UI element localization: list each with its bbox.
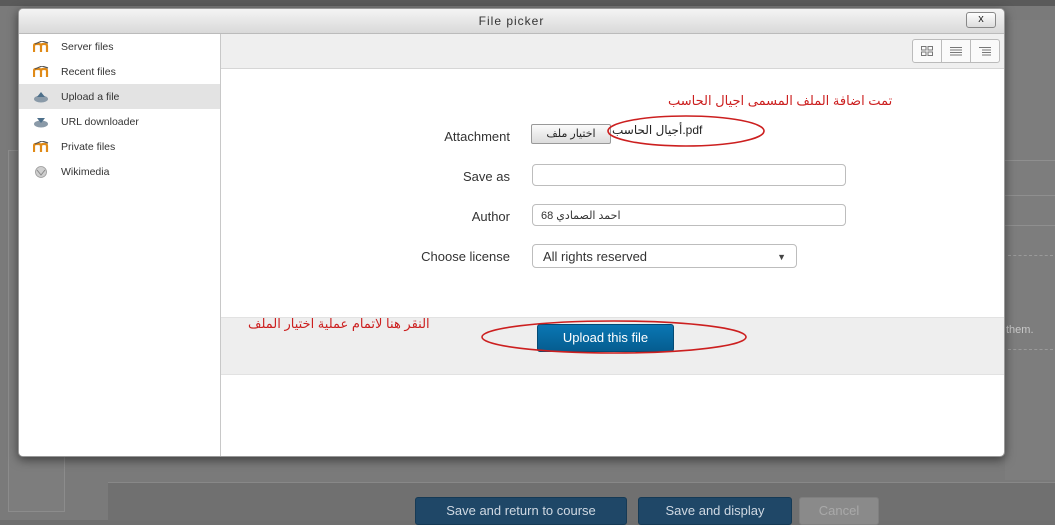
- view-switcher: [912, 39, 1000, 63]
- sidebar-item-url-downloader[interactable]: URL downloader: [19, 109, 220, 134]
- sidebar-item-label: Upload a file: [61, 90, 120, 103]
- list-view-icon: [950, 47, 962, 56]
- icons-view-button[interactable]: [912, 39, 942, 63]
- chevron-down-icon: ▼: [777, 252, 786, 262]
- repository-sidebar: Server files Recent files Upload a file …: [19, 34, 221, 456]
- annotation-file-added: تمت اضافة الملف المسمى اجيال الحاسب: [668, 93, 893, 108]
- save-and-return-button[interactable]: Save and return to course: [415, 497, 627, 525]
- license-label: Choose license: [421, 249, 510, 264]
- moodle-icon: [32, 139, 49, 153]
- sidebar-item-label: Server files: [61, 40, 114, 53]
- background-dashed-line: [1008, 349, 1053, 350]
- annotation-click-to-finish: النقر هنا لاتمام عملية اختيار الملف: [248, 316, 430, 331]
- sidebar-item-upload-a-file[interactable]: Upload a file: [19, 84, 220, 109]
- file-picker-dialog: File picker x Server files Recent files …: [18, 8, 1005, 457]
- save-as-input[interactable]: [532, 164, 846, 186]
- attachment-label: Attachment: [444, 129, 510, 144]
- background-dashed-line: [1008, 255, 1053, 256]
- close-icon: x: [978, 13, 984, 25]
- sidebar-item-wikimedia[interactable]: Wikimedia: [19, 159, 220, 184]
- author-label: Author: [471, 209, 510, 224]
- sidebar-item-label: Private files: [61, 140, 116, 153]
- save-as-label: Save as: [463, 169, 510, 184]
- sidebar-item-label: Wikimedia: [61, 165, 110, 178]
- wikimedia-icon: [33, 165, 49, 178]
- author-input[interactable]: احمد الصمادي 68: [532, 204, 846, 226]
- close-button[interactable]: x: [966, 12, 996, 28]
- sidebar-item-private-files[interactable]: Private files: [19, 134, 220, 159]
- dialog-header: File picker x: [19, 9, 1004, 34]
- background-divider: [1005, 195, 1055, 196]
- upload-icon: [33, 91, 49, 103]
- save-and-display-button[interactable]: Save and display: [638, 497, 792, 525]
- view-toolbar: [221, 34, 1004, 69]
- sidebar-item-label: URL downloader: [61, 115, 139, 128]
- tree-view-icon: [979, 47, 991, 56]
- background-divider: [1005, 160, 1055, 161]
- dialog-title: File picker: [478, 14, 545, 28]
- selected-file-name: أجيال الحاسب.pdf: [612, 123, 703, 137]
- upload-this-file-button[interactable]: Upload this file: [537, 324, 674, 352]
- choose-file-button[interactable]: اختيار ملف: [531, 124, 611, 144]
- background-header-strip: [0, 0, 1055, 6]
- background-right-panel: [1005, 20, 1055, 480]
- moodle-icon: [32, 39, 49, 53]
- sidebar-item-recent-files[interactable]: Recent files: [19, 59, 220, 84]
- sidebar-item-label: Recent files: [61, 65, 116, 78]
- cancel-button[interactable]: Cancel: [799, 497, 879, 525]
- license-value: All rights reserved: [543, 249, 648, 264]
- author-value: احمد الصمادي 68: [541, 210, 621, 222]
- background-divider: [1005, 225, 1055, 226]
- list-view-button[interactable]: [941, 39, 971, 63]
- tree-view-button[interactable]: [970, 39, 1000, 63]
- download-icon: [33, 116, 49, 128]
- sidebar-item-server-files[interactable]: Server files: [19, 34, 220, 59]
- icons-view-icon: [921, 46, 933, 56]
- background-text: them.: [1006, 324, 1034, 336]
- moodle-icon: [32, 64, 49, 78]
- license-select[interactable]: All rights reserved ▼: [532, 244, 797, 268]
